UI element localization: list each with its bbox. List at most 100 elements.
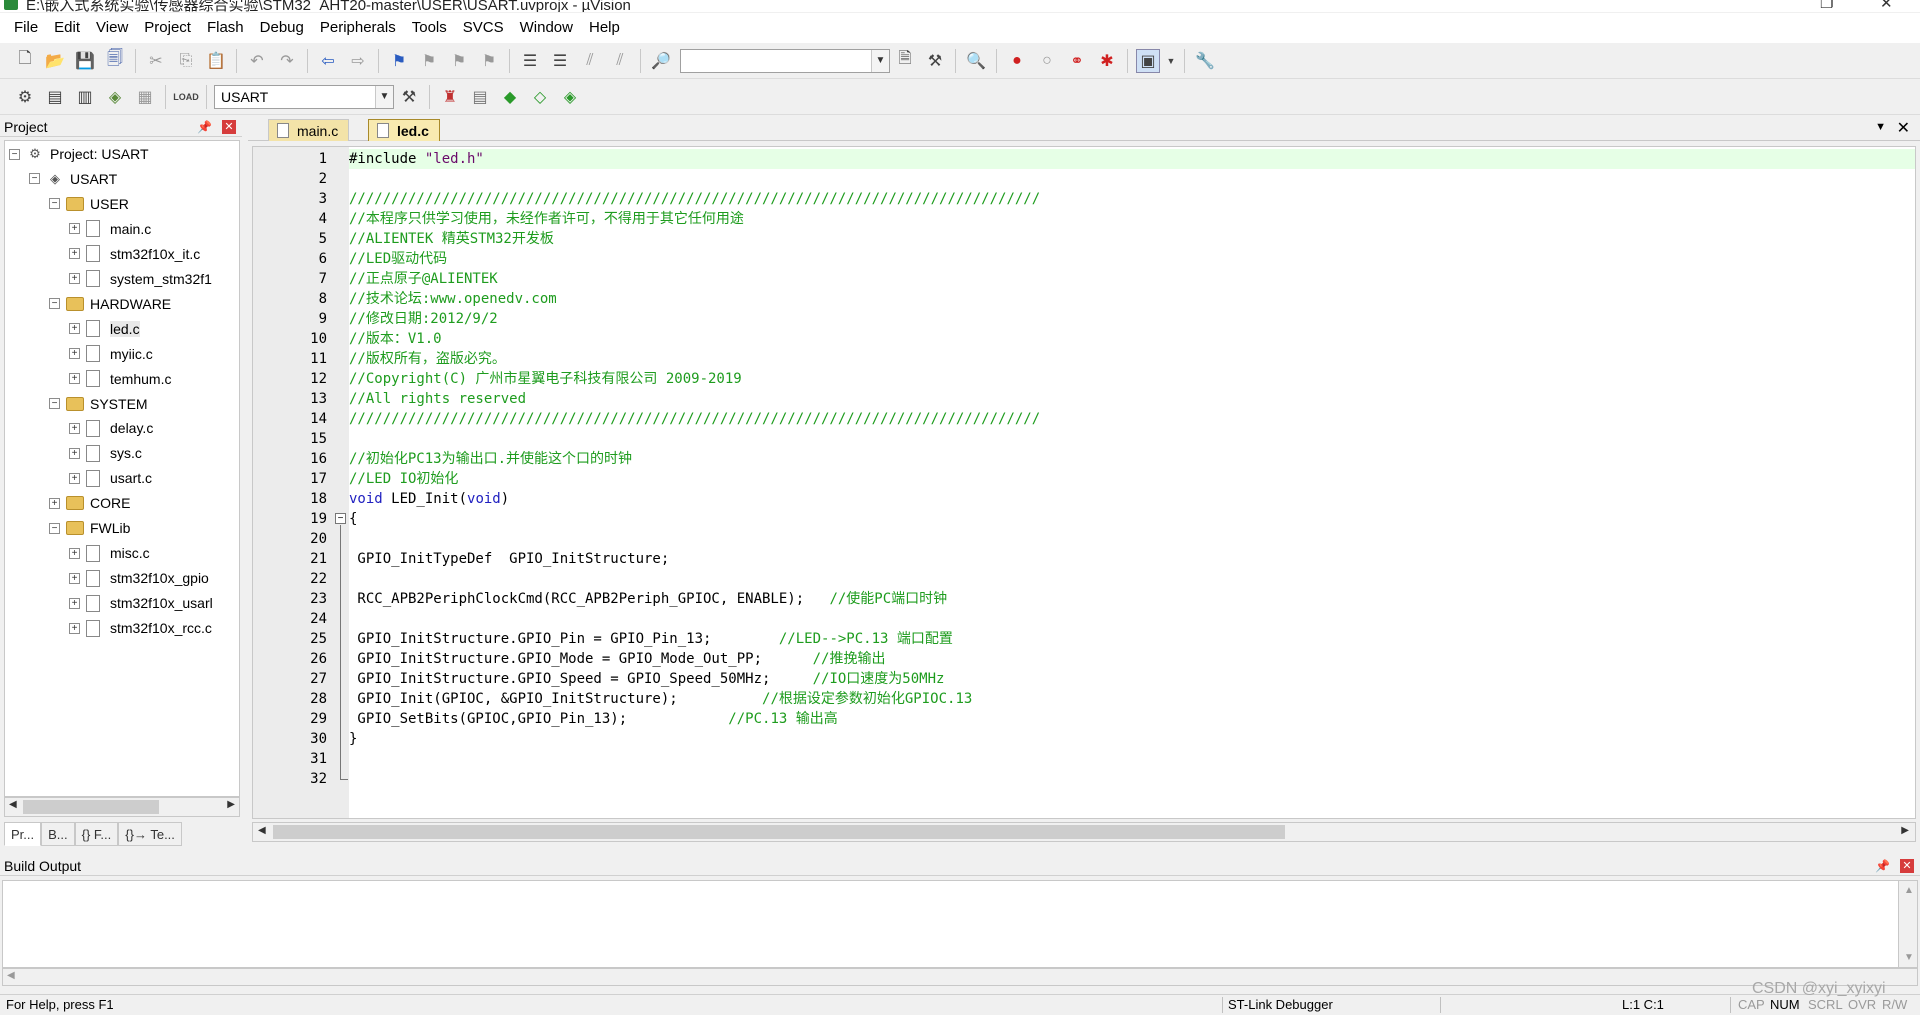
expand-icon[interactable]: + — [69, 248, 80, 260]
navigate-back-icon[interactable]: ⇦ — [316, 49, 340, 73]
new-file-icon[interactable]: 🗋 — [13, 49, 37, 73]
menu-help[interactable]: Help — [581, 13, 628, 43]
save-all-icon[interactable]: 🗐 — [103, 49, 127, 73]
tree-item-system[interactable]: − SYSTEM — [49, 393, 148, 415]
code-line[interactable]: //LED驱动代码 — [349, 249, 1915, 269]
tab-main-c[interactable]: main.c — [268, 119, 350, 141]
translate-icon[interactable]: ⚙ — [13, 85, 37, 109]
batch-build-icon[interactable]: ◈ — [103, 85, 127, 109]
download-icon[interactable]: LOAD — [173, 85, 199, 109]
tree-item-system-stm32f1[interactable]: + system_stm32f1 — [69, 268, 212, 290]
scroll-right-icon[interactable]: ▶ — [1901, 825, 1909, 836]
collapse-icon[interactable]: − — [9, 148, 20, 160]
tree-item-led-c[interactable]: + led.c — [69, 318, 140, 340]
navigate-forward-icon[interactable]: ⇨ — [346, 49, 370, 73]
tree-item-myiic-c[interactable]: + myiic.c — [69, 343, 153, 365]
menu-view[interactable]: View — [88, 13, 136, 43]
code-line[interactable] — [349, 529, 1915, 549]
menu-window[interactable]: Window — [512, 13, 581, 43]
code-line[interactable]: //版权所有，盗版必究。 — [349, 349, 1915, 369]
rebuild-icon[interactable]: ▥ — [73, 85, 97, 109]
collapse-icon[interactable]: − — [49, 522, 60, 534]
pack-update-icon[interactable]: ◈ — [558, 85, 582, 109]
pin-icon[interactable]: 📌 — [197, 117, 212, 137]
code-line[interactable]: //正点原子@ALIENTEK — [349, 269, 1915, 289]
code-line[interactable]: #include "led.h" — [349, 149, 1915, 169]
scrollbar-thumb[interactable] — [273, 825, 1285, 839]
indent-icon[interactable]: ☰ — [518, 49, 542, 73]
code-line[interactable]: //本程序只供学习使用，未经作者许可，不得用于其它任何用途 — [349, 209, 1915, 229]
code-line[interactable] — [349, 169, 1915, 189]
code-editor[interactable]: 1 2 3 4 5 6 7 8 9 10 11 12 13 14 15 16 17 18 19 20 21 22 23 24 2… — [252, 146, 1916, 819]
fold-collapse-icon[interactable]: − — [335, 513, 346, 524]
code-line[interactable]: //版本：V1.0 — [349, 329, 1915, 349]
tree-item-hardware[interactable]: − HARDWARE — [49, 293, 171, 315]
target-select[interactable]: USART ▼ — [214, 84, 394, 109]
tree-item-misc-c[interactable]: + misc.c — [69, 542, 150, 564]
open-file-icon[interactable]: 📂 — [43, 49, 67, 73]
tree-item-sys-c[interactable]: + sys.c — [69, 442, 142, 464]
tree-item-user[interactable]: − USER — [49, 193, 129, 215]
editor-horizontal-scrollbar[interactable]: ◀ ▶ — [252, 822, 1916, 842]
select-packs-icon[interactable]: ▤ — [468, 85, 492, 109]
pack-installer-icon[interactable]: ◇ — [528, 85, 552, 109]
scroll-left-icon[interactable]: ◀ — [9, 799, 17, 810]
disable-breakpoints-icon[interactable]: ⚭ — [1065, 49, 1089, 73]
find-combo[interactable]: ▼ — [680, 48, 890, 73]
close-window-icon[interactable]: ✕ — [1880, 0, 1893, 12]
expand-icon[interactable]: + — [49, 497, 60, 509]
close-panel-icon[interactable]: ✕ — [1900, 859, 1914, 873]
tree-item-stm32f10x-it-c[interactable]: + stm32f10x_it.c — [69, 243, 200, 265]
tree-item-main-c[interactable]: + main.c — [69, 218, 151, 240]
expand-icon[interactable]: + — [69, 422, 80, 434]
debug-session-icon[interactable]: 🔍 — [964, 49, 988, 73]
code-line[interactable]: GPIO_InitTypeDef GPIO_InitStructure; — [349, 549, 1915, 569]
code-line[interactable]: //技术论坛:www.openedv.com — [349, 289, 1915, 309]
menu-tools[interactable]: Tools — [404, 13, 455, 43]
cut-icon[interactable]: ✂ — [144, 49, 168, 73]
layout-dropdown-icon[interactable]: ▼ — [1166, 49, 1176, 73]
code-line[interactable]: GPIO_SetBits(GPIOC,GPIO_Pin_13); //PC.13… — [349, 709, 1915, 729]
next-bookmark-icon[interactable]: ⚑ — [447, 49, 471, 73]
code-line[interactable]: ////////////////////////////////////////… — [349, 189, 1915, 209]
incremental-find-icon[interactable]: ⚒ — [923, 49, 947, 73]
scroll-up-icon[interactable]: ▲ — [1904, 885, 1914, 896]
close-panel-icon[interactable]: ✕ — [222, 120, 236, 134]
target-options-icon[interactable]: ⚒ — [397, 85, 421, 109]
tree-item-fwlib[interactable]: − FWLib — [49, 517, 130, 539]
code-line[interactable]: //Copyright(C) 广州市星翼电子科技有限公司 2009-2019 — [349, 369, 1915, 389]
manage-rte-icon[interactable]: ◆ — [498, 85, 522, 109]
code-line[interactable]: //ALIENTEK 精英STM32开发板 — [349, 229, 1915, 249]
scrollbar-thumb[interactable] — [23, 800, 159, 814]
unindent-icon[interactable]: ☰ — [548, 49, 572, 73]
chevron-down-icon[interactable]: ▼ — [871, 49, 889, 72]
code-line[interactable] — [349, 769, 1915, 789]
panel-tab-0[interactable]: Pr... — [4, 822, 42, 846]
scroll-left-icon[interactable]: ◀ — [7, 970, 15, 981]
scroll-right-icon[interactable]: ▶ — [227, 799, 235, 810]
expand-icon[interactable]: + — [69, 223, 80, 235]
build-output-text[interactable] — [2, 880, 1900, 968]
clear-bookmarks-icon[interactable]: ⚑ — [477, 49, 501, 73]
restore-icon[interactable]: ❐ — [1820, 0, 1833, 12]
build-icon[interactable]: ▤ — [43, 85, 67, 109]
expand-icon[interactable]: + — [69, 273, 80, 285]
bookmark-icon[interactable]: ⚑ — [387, 49, 411, 73]
menu-debug[interactable]: Debug — [252, 13, 312, 43]
tree-item-project-usart[interactable]: − ⚙ Project: USART — [9, 143, 149, 165]
panel-tab-2[interactable]: {} F... — [74, 822, 119, 846]
enable-breakpoint-icon[interactable]: ○ — [1035, 49, 1059, 73]
tree-item-usart-c[interactable]: + usart.c — [69, 467, 152, 489]
pin-icon[interactable]: 📌 — [1875, 856, 1890, 876]
collapse-icon[interactable]: − — [49, 198, 60, 210]
code-line[interactable]: //修改日期:2012/9/2 — [349, 309, 1915, 329]
configure-icon[interactable]: 🔧 — [1193, 49, 1217, 73]
menu-svcs[interactable]: SVCS — [455, 13, 512, 43]
project-horizontal-scrollbar[interactable]: ◀ ▶ — [4, 797, 240, 817]
code-line[interactable]: void LED_Init(void) — [349, 489, 1915, 509]
menu-file[interactable]: File — [6, 13, 46, 43]
tab-led-c[interactable]: led.c — [368, 119, 440, 141]
code-line[interactable]: GPIO_InitStructure.GPIO_Pin = GPIO_Pin_1… — [349, 629, 1915, 649]
panel-tab-1[interactable]: B... — [41, 822, 75, 846]
code-line[interactable]: { — [349, 509, 1915, 529]
